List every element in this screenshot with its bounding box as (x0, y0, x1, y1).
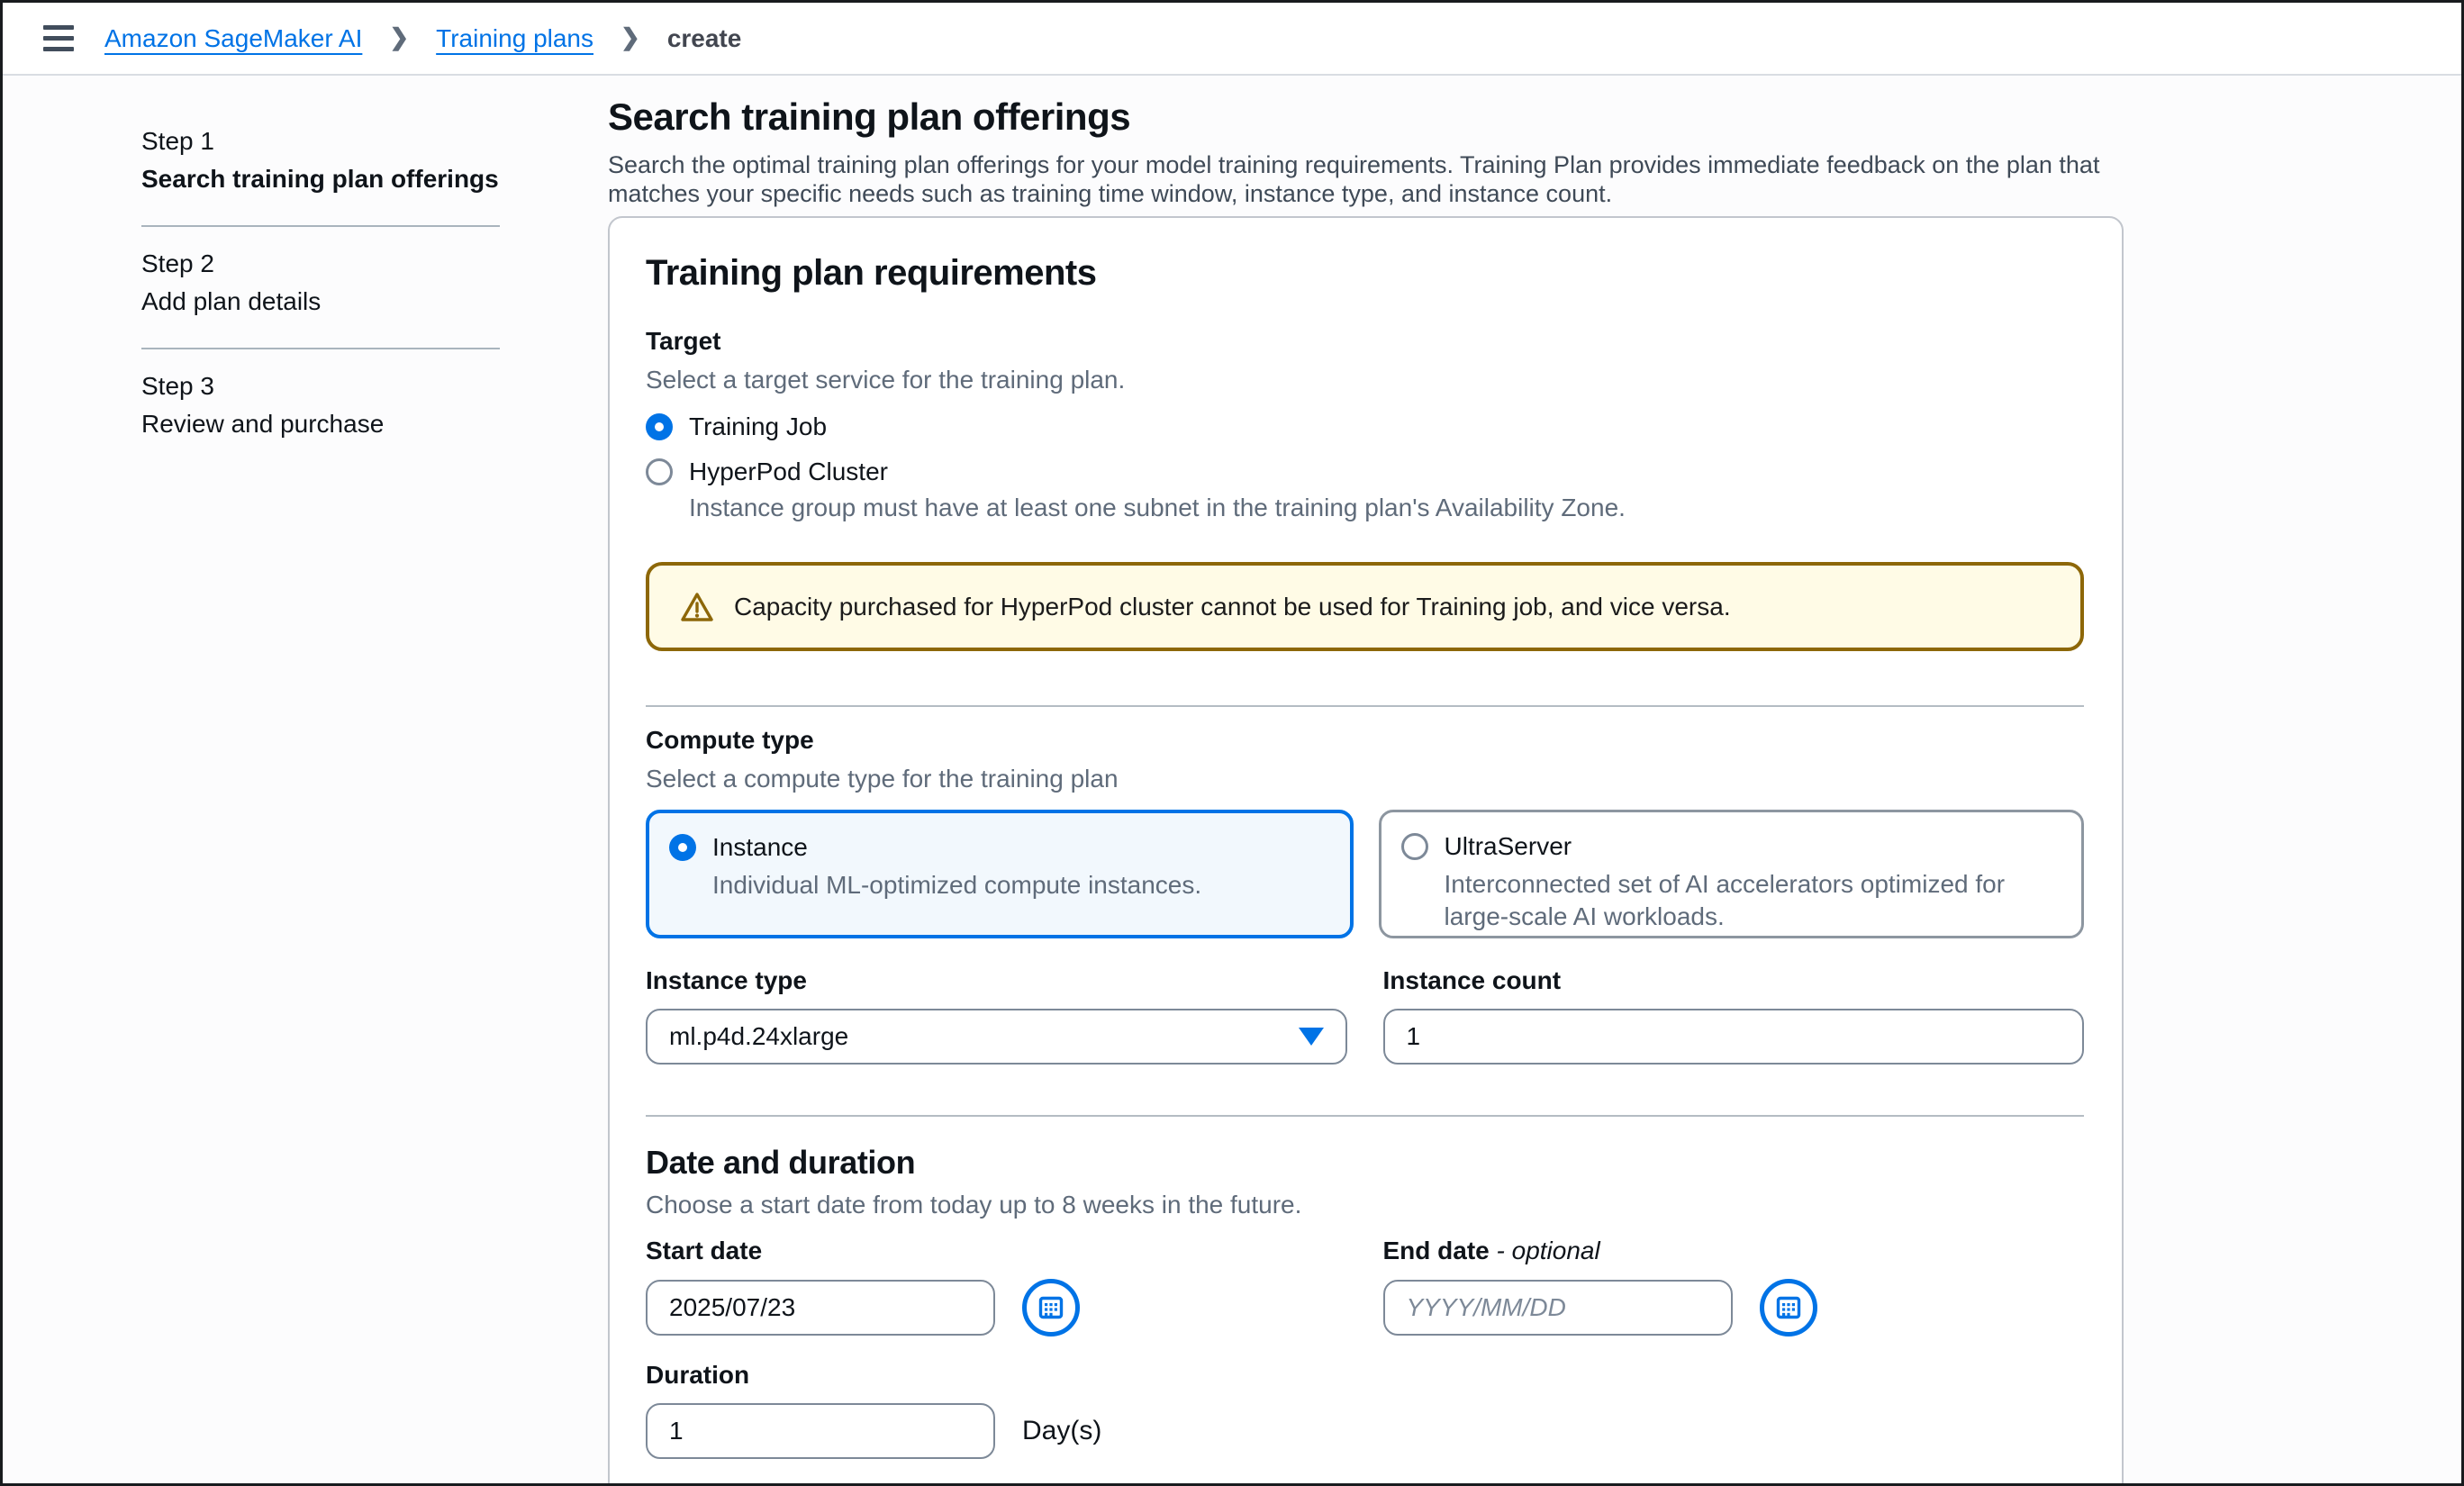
duration-label: Duration (646, 1360, 2084, 1391)
tile-description: Individual ML-optimized compute instance… (712, 869, 1201, 902)
breadcrumb-link-sagemaker[interactable]: Amazon SageMaker AI (104, 24, 362, 53)
wizard-step-1[interactable]: Step 1 Search training plan offerings (141, 126, 500, 195)
instance-fields-row: Instance type ml.p4d.24xlarge Instance c… (646, 965, 2084, 1065)
calendar-icon (1037, 1293, 1065, 1322)
step-title: Add plan details (141, 286, 500, 317)
warning-text: Capacity purchased for HyperPod cluster … (734, 593, 1731, 621)
step-title: Review and purchase (141, 409, 500, 439)
start-date-label: Start date (646, 1236, 1347, 1266)
training-plan-requirements-card: Training plan requirements Target Select… (608, 216, 2124, 1486)
instance-type-label: Instance type (646, 965, 1347, 996)
end-date-input[interactable] (1383, 1280, 1733, 1336)
target-option-training-job[interactable]: Training Job (646, 412, 2084, 441)
section-divider (646, 705, 2084, 707)
step-title: Search training plan offerings (141, 164, 500, 195)
breadcrumb: Amazon SageMaker AI ❯ Training plans ❯ c… (104, 24, 741, 53)
breadcrumb-current-create: create (667, 24, 742, 53)
target-option-hyperpod-cluster[interactable]: HyperPod Cluster (646, 458, 2084, 486)
start-date-input[interactable] (646, 1280, 995, 1336)
duration-unit-label: Day(s) (1022, 1416, 1101, 1446)
hamburger-menu-icon[interactable] (43, 25, 74, 51)
calendar-icon (1774, 1293, 1803, 1322)
dropdown-caret-icon (1299, 1028, 1324, 1046)
top-navigation-bar: Amazon SageMaker AI ❯ Training plans ❯ c… (3, 3, 2461, 76)
compute-type-description: Select a compute type for the training p… (646, 763, 2084, 795)
start-date-calendar-button[interactable] (1022, 1279, 1080, 1336)
sagemaker-create-training-plan-page: Amazon SageMaker AI ❯ Training plans ❯ c… (0, 0, 2464, 1486)
instance-type-selected-value: ml.p4d.24xlarge (669, 1022, 848, 1051)
date-duration-title: Date and duration (646, 1144, 2084, 1182)
end-date-calendar-button[interactable] (1760, 1279, 1817, 1336)
radio-label: Training Job (689, 412, 827, 441)
step-number: Step 1 (141, 126, 500, 157)
compute-tile-ultraserver[interactable]: UltraServer Interconnected set of AI acc… (1379, 810, 2085, 938)
radio-button-unselected[interactable] (646, 458, 673, 485)
tile-label: Instance (712, 833, 1201, 862)
radio-button-selected[interactable] (646, 413, 673, 440)
warning-alert: Capacity purchased for HyperPod cluster … (646, 562, 2084, 651)
section-divider (646, 1115, 2084, 1117)
hyperpod-option-description: Instance group must have at least one su… (689, 492, 2040, 524)
instance-count-input[interactable] (1383, 1009, 2085, 1065)
radio-label: HyperPod Cluster (689, 458, 888, 486)
date-duration-description: Choose a start date from today up to 8 w… (646, 1189, 2084, 1221)
optional-indicator: - optional (1497, 1237, 1600, 1264)
radio-button-selected[interactable] (669, 834, 696, 861)
warning-icon (680, 591, 714, 623)
step-number: Step 2 (141, 249, 500, 279)
target-label: Target (646, 326, 2084, 357)
step-divider (141, 348, 500, 349)
breadcrumb-link-training-plans[interactable]: Training plans (436, 24, 593, 53)
page-description: Search the optimal training plan offerin… (608, 150, 2114, 208)
instance-type-select[interactable]: ml.p4d.24xlarge (646, 1009, 1347, 1065)
wizard-step-3[interactable]: Step 3 Review and purchase (141, 371, 500, 439)
page-header: Search training plan offerings Search th… (608, 95, 2121, 208)
end-date-label: End date - optional (1383, 1236, 2085, 1266)
breadcrumb-chevron-icon: ❯ (389, 23, 409, 51)
duration-input[interactable] (646, 1403, 995, 1459)
target-description: Select a target service for the training… (646, 364, 2084, 396)
step-divider (141, 225, 500, 227)
wizard-steps-nav: Step 1 Search training plan offerings St… (141, 126, 500, 439)
tile-label: UltraServer (1445, 832, 2039, 861)
tile-description: Interconnected set of AI accelerators op… (1445, 868, 2039, 933)
step-number: Step 3 (141, 371, 500, 402)
compute-tile-instance[interactable]: Instance Individual ML-optimized compute… (646, 810, 1354, 938)
page-title: Search training plan offerings (608, 95, 2121, 140)
wizard-step-2[interactable]: Step 2 Add plan details (141, 249, 500, 317)
compute-type-tiles: Instance Individual ML-optimized compute… (646, 810, 2084, 938)
instance-count-label: Instance count (1383, 965, 2085, 996)
date-row: Start date (646, 1236, 2084, 1336)
compute-type-label: Compute type (646, 725, 2084, 756)
card-title: Training plan requirements (646, 252, 2084, 294)
duration-field: Duration Day(s) (646, 1360, 2084, 1459)
breadcrumb-chevron-icon: ❯ (621, 23, 640, 51)
radio-button-unselected[interactable] (1401, 833, 1428, 860)
